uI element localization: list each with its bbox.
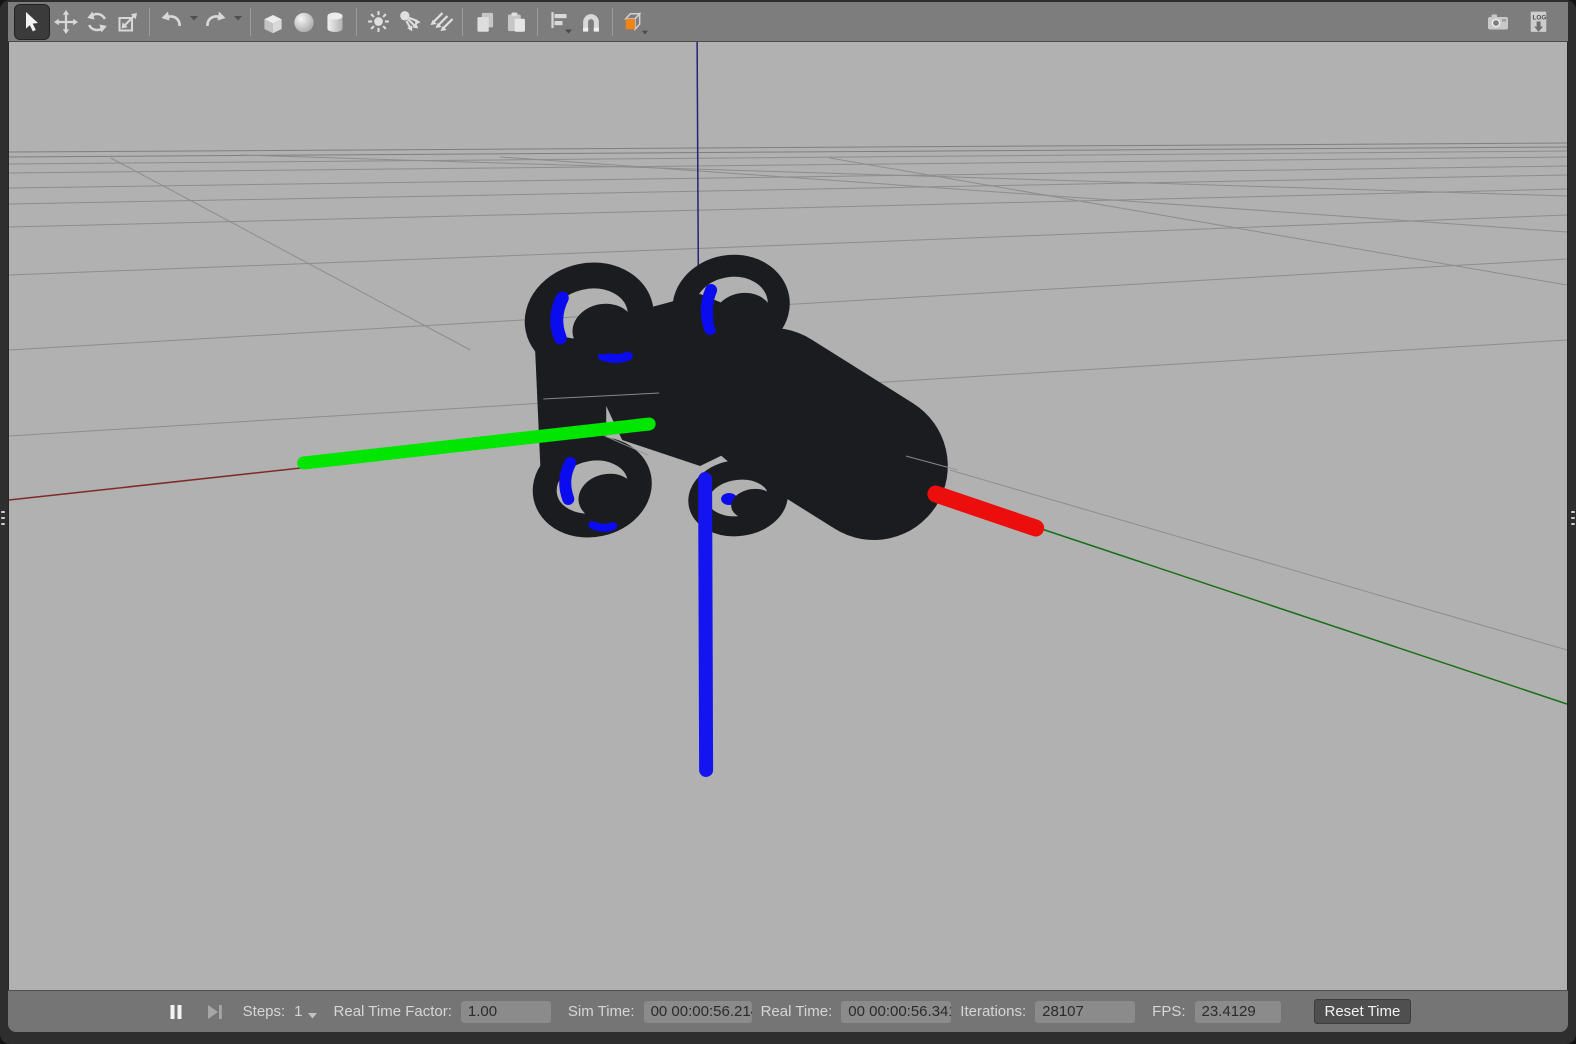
view-angle-button[interactable] — [619, 6, 650, 38]
sphere-button[interactable] — [288, 6, 319, 38]
align-icon — [546, 8, 573, 35]
toolbar-right-group: LOG — [1482, 6, 1554, 38]
fuselage-cylinder — [698, 328, 948, 540]
screenshot-icon — [1484, 9, 1512, 35]
toolbar-separator — [356, 7, 357, 36]
select-button[interactable] — [14, 3, 50, 40]
screenshot-button[interactable] — [1482, 6, 1513, 38]
scale-button[interactable] — [112, 6, 143, 38]
spot-light-icon — [396, 8, 423, 35]
rotate-icon — [84, 9, 110, 35]
toolbar-separator — [149, 7, 150, 36]
reset-time-button[interactable]: Reset Time — [1313, 999, 1412, 1024]
view-angle-icon — [619, 7, 650, 36]
real-time-label: Real Time: — [760, 1003, 833, 1020]
point-light-button[interactable] — [363, 6, 394, 38]
toolbar-separator — [462, 7, 463, 36]
model-z-axis-marker — [698, 472, 714, 777]
undo-icon — [158, 9, 185, 35]
undo-menu-button[interactable] — [187, 6, 200, 38]
paste-button[interactable] — [500, 6, 531, 38]
redo-menu-button[interactable] — [231, 6, 244, 38]
step-icon — [207, 1004, 222, 1019]
sim-time-field[interactable]: 00 00:00:56.214 — [643, 1000, 752, 1023]
rotate-button[interactable] — [81, 6, 112, 38]
chevron-down-icon — [233, 8, 242, 26]
scale-icon — [115, 9, 141, 35]
step-button[interactable] — [204, 1002, 226, 1022]
steps-dropdown-icon[interactable] — [307, 1012, 317, 1019]
snap-icon — [577, 8, 605, 36]
rtf-label: Real Time Factor: — [333, 1003, 452, 1020]
copy-icon — [471, 8, 499, 36]
select-icon — [19, 9, 45, 35]
sim-time-label: Sim Time: — [567, 1003, 635, 1020]
redo-button[interactable] — [200, 6, 231, 38]
undo-button[interactable] — [156, 6, 187, 38]
scene-render — [9, 42, 1567, 990]
spot-light-button[interactable] — [394, 6, 425, 38]
main-toolbar: LOG — [8, 2, 1568, 42]
toolbar-separator — [537, 7, 538, 36]
left-panel-splitter[interactable] — [0, 505, 6, 531]
iterations-label: Iterations: — [960, 1003, 1027, 1020]
fps-label: FPS: — [1152, 1003, 1186, 1020]
log-record-icon: LOG — [1525, 8, 1552, 36]
toolbar-separator — [250, 7, 251, 36]
fps-field[interactable]: 23.4129 — [1194, 1000, 1281, 1023]
steps-value[interactable]: 1 — [294, 1003, 302, 1020]
real-time-field[interactable]: 00 00:00:56.341 — [841, 1000, 952, 1023]
sphere-icon — [290, 8, 318, 36]
viewport-3d[interactable] — [8, 42, 1568, 990]
chevron-down-icon — [189, 8, 198, 26]
gazebo-window: LOG Steps: 1 Real Time Factor: 1.00 Sim … — [0, 0, 1576, 1044]
translate-button[interactable] — [50, 6, 81, 38]
toolbar-separator — [612, 7, 613, 36]
directional-light-icon — [424, 9, 457, 35]
steps-label: Steps: — [242, 1003, 286, 1020]
rtf-field[interactable]: 1.00 — [460, 1000, 551, 1023]
align-button[interactable] — [544, 6, 575, 38]
right-panel-splitter[interactable] — [1570, 505, 1576, 531]
point-light-icon — [365, 8, 392, 35]
pause-icon — [170, 1004, 182, 1019]
snap-button[interactable] — [575, 6, 606, 38]
iterations-field[interactable]: 28107 — [1035, 1000, 1136, 1023]
box-button[interactable] — [257, 6, 288, 38]
paste-icon — [502, 8, 530, 36]
simulation-statusbar: Steps: 1 Real Time Factor: 1.00 Sim Time… — [8, 990, 1568, 1032]
box-icon — [259, 8, 287, 36]
directional-light-button[interactable] — [425, 6, 456, 38]
svg-text:LOG: LOG — [1532, 14, 1546, 21]
redo-icon — [202, 9, 229, 35]
translate-icon — [53, 9, 79, 35]
log-record-button[interactable]: LOG — [1523, 6, 1554, 38]
copy-button[interactable] — [469, 6, 500, 38]
cylinder-icon — [321, 8, 349, 36]
pause-button[interactable] — [165, 1002, 187, 1022]
cylinder-button[interactable] — [319, 6, 350, 38]
